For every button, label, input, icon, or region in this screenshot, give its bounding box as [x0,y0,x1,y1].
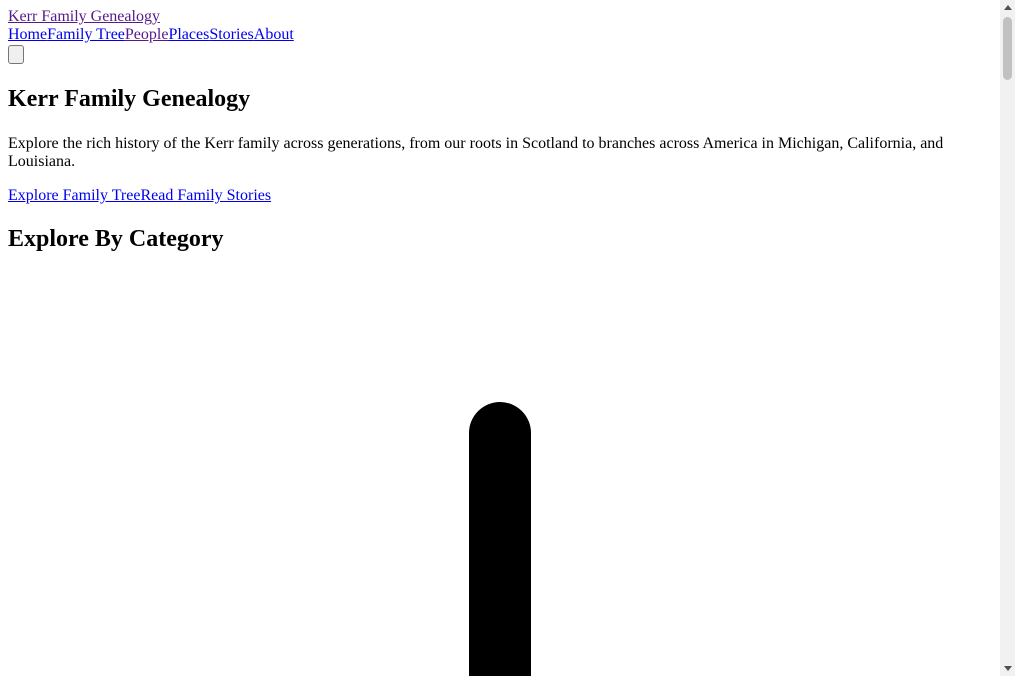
explore-family-tree-button[interactable]: Explore Family Tree [8,187,140,205]
scroll-down-arrow-icon[interactable] [1004,666,1012,671]
hero-description: Explore the rich history of the Kerr fam… [8,135,944,170]
hero-actions: Explore Family Tree Read Family Stories [8,187,992,205]
nav-link-places[interactable]: Places [168,26,209,44]
nav-link-stories[interactable]: Stories [209,26,253,44]
nav-link-family-tree[interactable]: Family Tree [47,26,125,44]
nav-link-home[interactable]: Home [8,26,47,44]
page: Kerr Family Genealogy Home Family Tree P… [0,0,1000,676]
categories-section: Explore By Category [8,225,992,253]
page-content: Kerr Family Genealogy Home Family Tree P… [0,0,1000,253]
menu-toggle-button[interactable] [8,45,24,64]
categories-heading: Explore By Category [8,226,224,252]
scroll-up-arrow-icon[interactable] [1004,5,1012,10]
main-nav: Home Family Tree People Places Stories A… [8,26,992,44]
nav-link-people[interactable]: People [125,26,169,44]
category-icon [469,402,531,676]
hero-title: Kerr Family Genealogy [8,86,251,112]
site-logo-link[interactable]: Kerr Family Genealogy [8,8,992,26]
read-family-stories-button[interactable]: Read Family Stories [140,187,271,205]
vertical-scrollbar[interactable] [1000,0,1015,676]
scrollbar-thumb[interactable] [1003,17,1012,80]
nav-link-about[interactable]: About [254,26,294,44]
site-header: Kerr Family Genealogy Home Family Tree P… [8,8,992,64]
hero-section: Kerr Family Genealogy Explore the rich h… [8,85,992,205]
